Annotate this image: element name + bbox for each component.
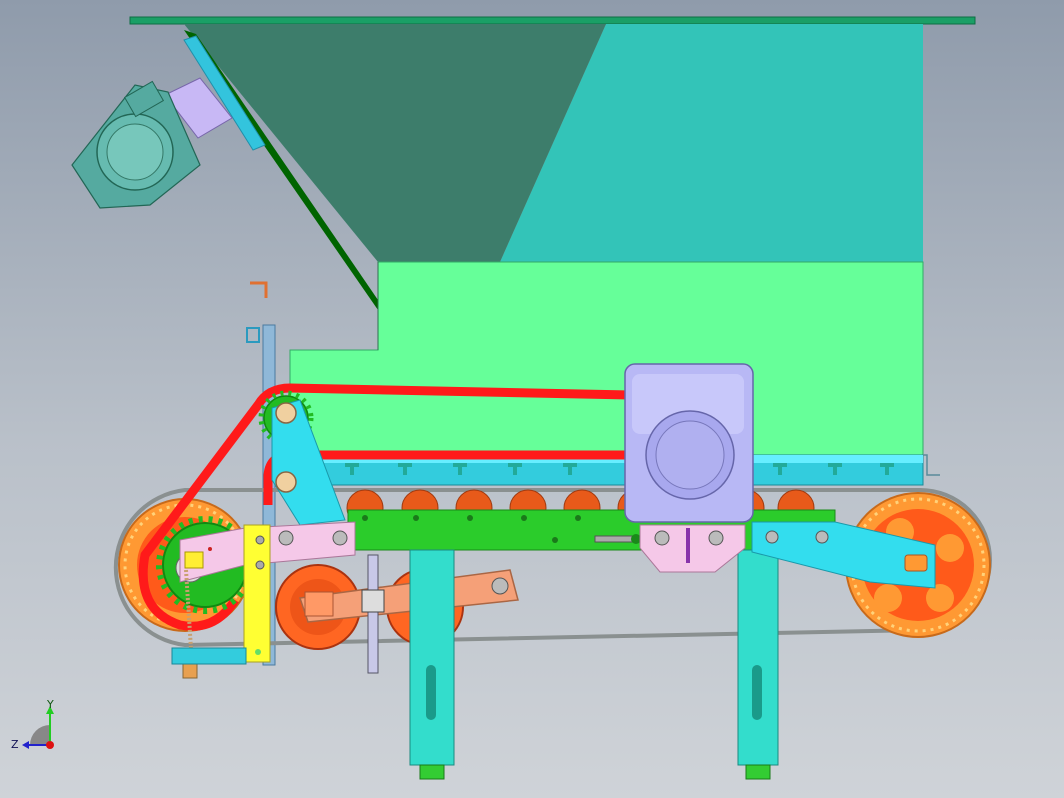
pin (208, 547, 212, 551)
yellow-plate (243, 524, 271, 663)
sprocket-hole-3 (926, 584, 954, 612)
bolt (552, 537, 558, 543)
leg-left (409, 549, 455, 766)
t-stud (458, 463, 462, 475)
triad-origin (46, 741, 54, 749)
z-axis-label: Z (11, 738, 19, 751)
t-stud (833, 463, 837, 475)
pivot-bolt-upper (275, 402, 297, 424)
sprocket-hole-4 (874, 584, 902, 612)
bolt (255, 560, 265, 570)
bolt (708, 530, 724, 546)
right-arm-block (904, 554, 928, 572)
small-square-bracket (246, 327, 260, 343)
arm-bolt (491, 577, 509, 595)
leg-right-slot (752, 665, 762, 720)
motor-end-cap-inner (106, 123, 164, 181)
hopper-lid (129, 16, 976, 25)
leg-right (737, 549, 779, 766)
t-stud (885, 463, 889, 475)
t-stud (778, 463, 782, 475)
pink-center-plate (639, 524, 746, 573)
bolt (575, 515, 581, 521)
rod (367, 554, 379, 674)
t-stud (513, 463, 517, 475)
leg-right-foot (745, 764, 771, 780)
arm-end-block (304, 591, 334, 617)
t-stud (568, 463, 572, 475)
t-stud (350, 463, 354, 475)
bolt (467, 515, 473, 521)
leg-left-foot (419, 764, 445, 780)
pink-center-bracket (639, 524, 746, 573)
coordinate-triad: Y Z (11, 698, 54, 751)
motor-output-shaft (655, 420, 725, 490)
sprocket-hole-2 (936, 534, 964, 562)
bolt (521, 515, 527, 521)
bolt (413, 515, 419, 521)
small-yellow-block (184, 551, 204, 569)
bolt (654, 530, 670, 546)
bolt (362, 515, 368, 521)
bolt (255, 535, 265, 545)
bolt (815, 530, 829, 544)
z-axis-arrow (22, 741, 29, 749)
purple-slot (686, 528, 690, 563)
gear-motor (624, 363, 754, 523)
triad-origin-arc (30, 725, 50, 745)
cyan-foot-bracket (171, 647, 247, 665)
orange-hook (250, 281, 268, 298)
bolt (255, 649, 261, 655)
t-stud (403, 463, 407, 475)
y-axis-label: Y (46, 698, 54, 711)
rail-end-tab (923, 454, 940, 476)
cad-viewport[interactable]: Y Z (0, 0, 1064, 798)
bolt (765, 530, 779, 544)
pivot-bolt-lower (275, 471, 297, 493)
rod-collar (361, 589, 385, 613)
hopper-body (289, 261, 924, 456)
bolt (332, 530, 348, 546)
yellow-support (243, 524, 271, 663)
bolt (278, 530, 294, 546)
leg-left-slot (426, 665, 436, 720)
